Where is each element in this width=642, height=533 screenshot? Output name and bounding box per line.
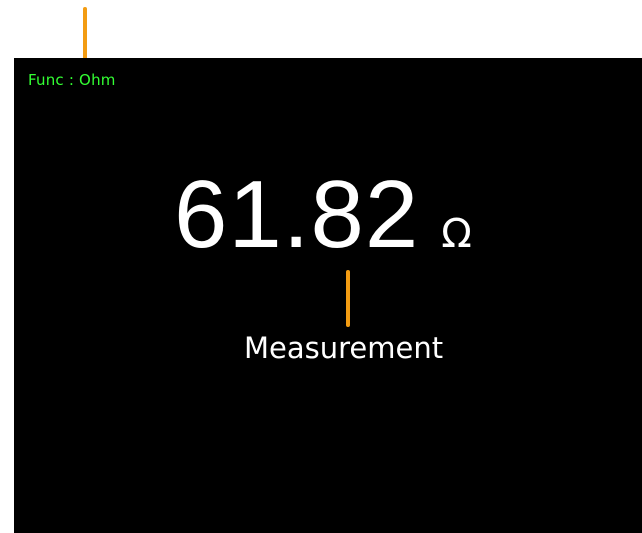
measurement-callout-label: Measurement bbox=[244, 331, 444, 365]
measurement-unit: Ω bbox=[441, 211, 472, 257]
measurement-callout-line bbox=[346, 270, 350, 327]
instrument-display: Func : Ohm 61.82 Ω bbox=[14, 58, 642, 533]
function-callout-line bbox=[83, 7, 87, 63]
measurement-value: 61.82 bbox=[174, 161, 420, 268]
function-label: Func : Ohm bbox=[28, 71, 116, 89]
page: Func : Ohm 61.82 Ω Measurement bbox=[0, 0, 642, 533]
measurement-readout: 61.82 Ω bbox=[174, 160, 472, 270]
